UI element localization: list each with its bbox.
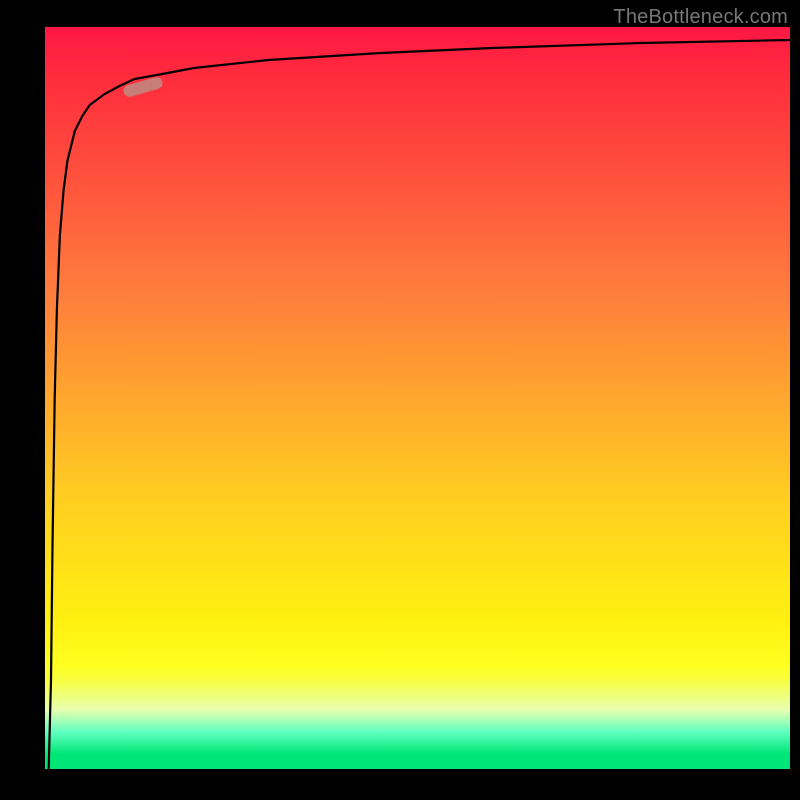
chart-frame: TheBottleneck.com — [0, 0, 800, 800]
bottleneck-curve — [49, 40, 790, 769]
curve-layer — [45, 27, 790, 769]
curve-marker — [122, 76, 164, 99]
attribution-label: TheBottleneck.com — [613, 6, 788, 29]
plot-area — [45, 27, 790, 769]
